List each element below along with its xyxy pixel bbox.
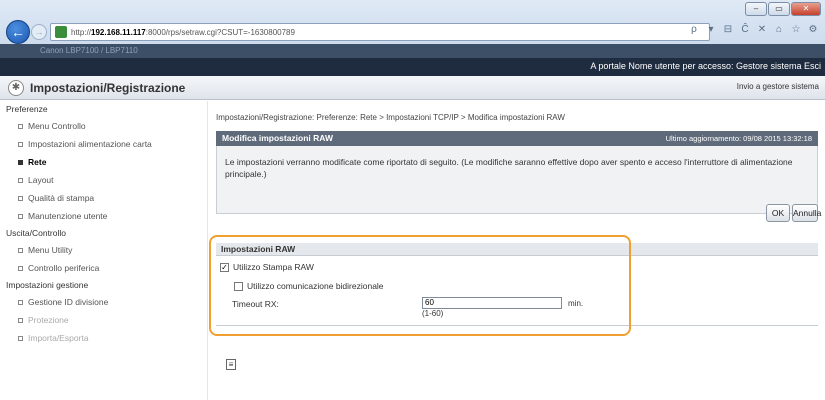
tab-strip: Canon LBP7100 / LBP7110 [0, 44, 825, 58]
site-icon [55, 26, 67, 38]
url-text: http://192.168.11.117:8000/rps/setraw.cg… [71, 28, 295, 37]
back-button[interactable]: ← [6, 20, 30, 44]
sidebar-item-label: Importa/Esporta [28, 333, 89, 343]
sidebar-item[interactable]: Protezione [0, 311, 207, 329]
close-window-button[interactable]: ✕ [791, 2, 821, 16]
section-header: Modifica impostazioni RAW Ultimo aggiorn… [216, 131, 818, 146]
bullet-icon [18, 266, 23, 272]
raw-settings-title: Impostazioni RAW [221, 244, 296, 254]
timeout-label: Timeout RX: [232, 299, 279, 309]
bullet-icon [18, 196, 23, 202]
sidebar-item[interactable]: Importa/Esporta [0, 329, 207, 347]
info-panel: Le impostazioni verranno modificate come… [216, 146, 818, 214]
bullet-icon [18, 336, 23, 342]
address-bar[interactable]: http://192.168.11.117:8000/rps/setraw.cg… [50, 23, 710, 41]
address-tools: ρ ▾ ⊟ Ĉ ✕ ⌂ ☆ ⚙ [688, 24, 819, 35]
dropdown-icon[interactable]: ▾ [705, 24, 717, 35]
sidebar-section-header: Uscita/Controllo [6, 228, 66, 238]
favorites-icon[interactable]: ☆ [790, 24, 802, 35]
bidirectional-checkbox[interactable] [234, 281, 243, 291]
bullet-icon [18, 124, 23, 130]
home-icon[interactable]: ⌂ [773, 24, 785, 35]
url-rest: :8000/rps/setraw.cgi?CSUT=-1630800789 [145, 27, 295, 37]
bidirectional-label: Utilizzo comunicazione bidirezionale [247, 281, 384, 291]
sidebar-item-label: Layout [28, 175, 54, 185]
sidebar-item[interactable]: Controllo periferica [0, 259, 207, 277]
use-raw-checkbox[interactable]: ✓ [220, 262, 229, 272]
url-prefix: http:// [71, 27, 92, 37]
sidebar-item[interactable]: Impostazioni alimentazione carta [0, 135, 207, 153]
settings-logo-icon: ✱ [8, 80, 24, 96]
compat-view-icon[interactable]: ⊟ [722, 24, 734, 35]
sidebar-item-label: Gestione ID divisione [28, 297, 109, 307]
url-host: 192.168.11.117 [91, 27, 146, 37]
go-to-management-link[interactable]: Invio a gestore sistema [737, 82, 819, 91]
page-title: Impostazioni/Registrazione [30, 81, 186, 95]
refresh-icon[interactable]: Ĉ [739, 24, 751, 35]
sidebar-item-label: Rete [28, 157, 47, 167]
sidebar-item-label: Protezione [28, 315, 69, 325]
sidebar-item-label: Menu Utility [28, 245, 73, 255]
bullet-icon [18, 160, 23, 166]
bullet-icon [18, 178, 23, 184]
bullet-icon [18, 142, 23, 148]
sidebar-item[interactable]: Qualità di stampa [0, 189, 207, 207]
tab-title[interactable]: Canon LBP7100 / LBP7110 [40, 46, 138, 55]
sidebar-item-label: Manutenzione utente [28, 211, 108, 221]
main-content: Impostazioni/Registrazione: Preferenze: … [216, 101, 821, 400]
window-controls: – ▭ ✕ [744, 2, 821, 16]
cancel-button[interactable]: Annulla [792, 204, 821, 222]
raw-settings-header: Impostazioni RAW [216, 243, 818, 256]
sidebar-item-label: Qualità di stampa [28, 193, 95, 203]
sidebar-item-label: Menu Controllo [28, 121, 86, 131]
maximize-button[interactable]: ▭ [768, 2, 790, 16]
sidebar-item[interactable]: Rete [0, 153, 207, 171]
last-updated: Ultimo aggiornamento: 09/08 2015 13:32:1… [665, 134, 812, 143]
app-banner: A portale Nome utente per accesso: Gesto… [0, 58, 825, 76]
info-text: Le impostazioni verranno modificate come… [225, 157, 793, 179]
stop-icon[interactable]: ✕ [756, 24, 768, 35]
sidebar: Preferenze Menu Controllo Impostazioni ali… [0, 101, 208, 400]
page-top-icon[interactable]: ≡ [226, 359, 236, 370]
app-title-bar: ✱ Impostazioni/Registrazione Invio a ges… [0, 76, 825, 100]
sidebar-item[interactable]: Layout [0, 171, 207, 189]
forward-button[interactable]: → [31, 24, 47, 40]
bullet-icon [18, 300, 23, 306]
sidebar-item[interactable]: Gestione ID divisione [0, 293, 207, 311]
timeout-unit: min. [568, 299, 584, 308]
settings-icon[interactable]: ⚙ [807, 24, 819, 35]
ok-button[interactable]: OK [766, 204, 790, 222]
sidebar-item-label: Impostazioni alimentazione carta [28, 139, 152, 149]
use-raw-label: Utilizzo Stampa RAW [233, 262, 314, 272]
sidebar-item[interactable]: Menu Utility [0, 241, 207, 259]
sidebar-section-header: Impostazioni gestione [6, 280, 89, 290]
sidebar-item[interactable]: Manutenzione utente [0, 207, 207, 225]
minimize-button[interactable]: – [745, 2, 767, 16]
sidebar-item-label: Controllo periferica [28, 263, 100, 273]
breadcrumb: Impostazioni/Registrazione: Preferenze: … [216, 113, 565, 122]
use-raw-row[interactable]: ✓ Utilizzo Stampa RAW [220, 262, 314, 272]
bidirectional-row[interactable]: Utilizzo comunicazione bidirezionale [234, 281, 384, 291]
search-icon[interactable]: ρ [688, 24, 700, 35]
raw-settings-panel: ✓ Utilizzo Stampa RAW Utilizzo comunicaz… [216, 256, 818, 326]
banner-links[interactable]: A portale Nome utente per accesso: Gesto… [590, 61, 821, 71]
bullet-icon [18, 214, 23, 220]
sidebar-item[interactable]: Menu Controllo [0, 117, 207, 135]
bullet-icon [18, 248, 23, 254]
section-title: Modifica impostazioni RAW [222, 133, 333, 143]
browser-chrome: – ▭ ✕ ← → http://192.168.11.117:8000/rps… [0, 0, 825, 58]
timeout-range: (1-60) [422, 309, 444, 318]
sidebar-section-header: Preferenze [6, 104, 48, 114]
bullet-icon [18, 318, 23, 324]
timeout-input[interactable]: 60 [422, 297, 562, 309]
